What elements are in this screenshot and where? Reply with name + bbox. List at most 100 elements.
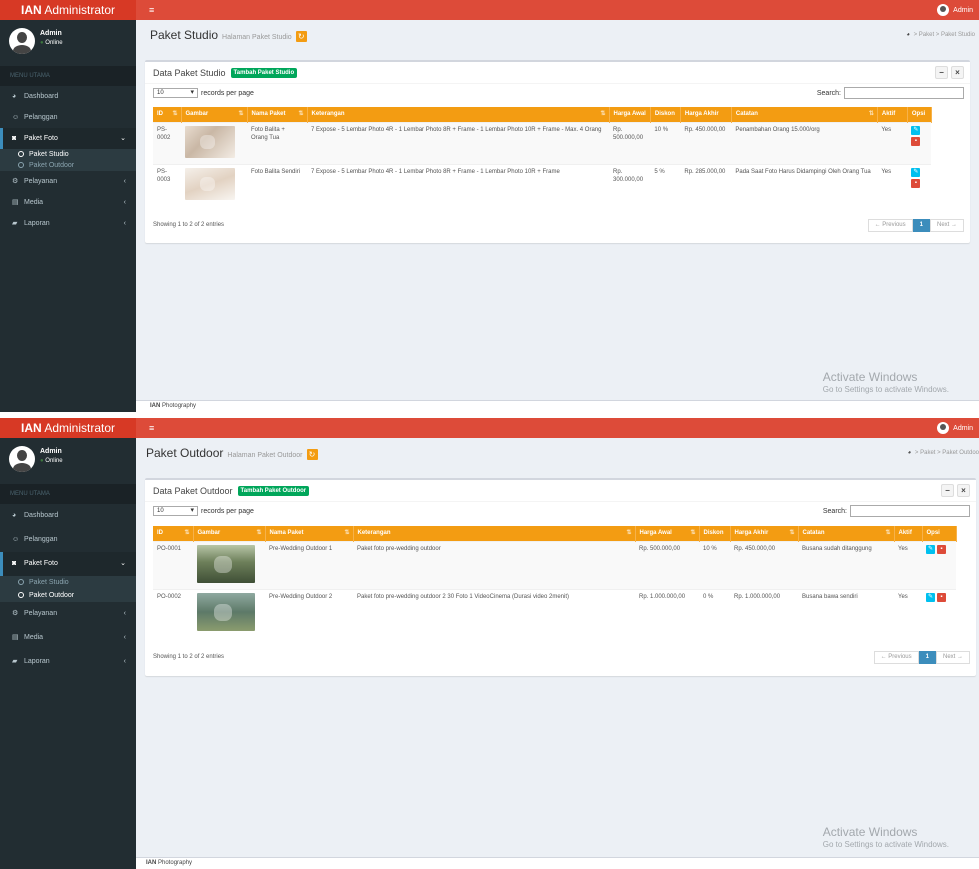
screen-paket-outdoor: IAN Administrator ≡ Admin Admin ● Online… (0, 418, 979, 869)
col-id[interactable]: ID ⇅ (153, 526, 194, 541)
cell-aktif: Yes (877, 121, 908, 164)
table-info: Showing 1 to 2 of 2 entries (153, 654, 225, 660)
records-per-page-select[interactable]: 10 ▾ (153, 88, 198, 98)
dashboard-icon[interactable]: ◕ (908, 450, 912, 456)
table-row: PO-0002 Pre-Wedding Outdoor 2 Paket foto… (153, 588, 956, 637)
records-per-page-select[interactable]: 10 ▾ (153, 506, 198, 516)
col-gambar[interactable]: Gambar ⇅ (193, 526, 266, 541)
page-1-button[interactable]: 1 (918, 651, 936, 664)
close-button[interactable]: × (951, 66, 964, 79)
previous-button[interactable]: ← Previous (873, 651, 919, 664)
search-control: Search: (817, 87, 964, 99)
sidebar-item-paket-foto[interactable]: ◙ Paket Foto ⌄ (0, 128, 136, 149)
refresh-icon[interactable]: ↻ (295, 31, 307, 42)
col-diskon[interactable]: Diskon (650, 107, 681, 122)
circle-icon (18, 579, 24, 586)
book-icon: ▰ (12, 220, 18, 227)
sidebar-item-pelanggan[interactable]: ☺ Pelanggan (0, 528, 136, 552)
sort-icon: ⇅ (868, 111, 874, 117)
sidebar-item-pelanggan[interactable]: ☺ Pelanggan (0, 107, 136, 128)
add-paket-studio-button[interactable]: Tambah Paket Studio (230, 68, 298, 78)
dashboard-icon[interactable]: ◕ (906, 32, 910, 38)
table-row: PO-0001 Pre-Wedding Outdoor 1 Paket foto… (153, 540, 956, 589)
search-input[interactable] (850, 505, 970, 517)
col-keterangan[interactable]: Keterangan ⇅ (307, 107, 610, 122)
cell-id: PS-0003 (153, 163, 181, 206)
search-input[interactable] (844, 87, 964, 99)
sort-icon: ⇅ (256, 530, 262, 536)
col-opsi[interactable]: Opsi (907, 107, 932, 122)
sort-icon: ⇅ (626, 530, 632, 536)
col-nama-paket[interactable]: Nama Paket ⇅ (265, 526, 354, 541)
sidebar-item-pelayanan[interactable]: ⚙ Pelayanan ‹ (0, 171, 136, 192)
add-paket-outdoor-button[interactable]: Tambah Paket Outdoor (237, 486, 310, 496)
user-menu[interactable]: Admin (937, 0, 973, 20)
user-status: ● Online (40, 40, 63, 46)
minimize-button[interactable]: − (941, 484, 954, 497)
brand-logo[interactable]: IAN Administrator (0, 0, 136, 20)
page-1-button[interactable]: 1 (912, 219, 930, 232)
film-icon: ▤ (12, 199, 19, 206)
edit-icon[interactable]: ✎ (926, 592, 935, 602)
next-button[interactable]: Next → (935, 651, 970, 664)
box-tools: − × (935, 66, 964, 79)
sidebar-item-paket-outdoor[interactable]: Paket Outdoor (0, 589, 136, 602)
col-catatan[interactable]: Catatan ⇅ (731, 107, 878, 122)
sidebar-item-laporan[interactable]: ▰ Laporan ‹ (0, 650, 136, 674)
col-harga-akhir[interactable]: Harga Akhir (680, 107, 732, 122)
records-per-page-label: records per page (201, 89, 254, 97)
breadcrumb-paket[interactable]: Paket (920, 450, 935, 456)
close-button[interactable]: × (957, 484, 970, 497)
edit-icon[interactable]: ✎ (911, 125, 921, 135)
sidebar-item-paket-studio[interactable]: Paket Studio (0, 149, 136, 160)
trash-icon[interactable]: ▪ (911, 178, 921, 188)
col-gambar[interactable]: Gambar ⇅ (181, 107, 248, 122)
col-harga-akhir[interactable]: Harga Akhir ⇅ (730, 526, 799, 541)
next-button[interactable]: Next → (929, 219, 964, 232)
col-opsi[interactable]: Opsi (922, 526, 957, 541)
menu-header: MENU UTAMA (0, 484, 136, 504)
circle-icon (18, 162, 24, 169)
user-panel: Admin ● Online (0, 438, 136, 484)
cell-gambar (193, 540, 265, 589)
sidebar-item-paket-outdoor[interactable]: Paket Outdoor (0, 160, 136, 171)
col-aktif[interactable]: Aktif (894, 526, 923, 541)
sidebar-item-paket-studio[interactable]: Paket Studio (0, 576, 136, 589)
col-diskon[interactable]: Diskon (699, 526, 731, 541)
table-row: PS-0003 Foto Balita Sendiri 7 Expose - 5… (153, 163, 932, 206)
page-subtitle: Halaman Paket Outdoor (227, 452, 303, 459)
previous-button[interactable]: ← Previous (867, 219, 913, 232)
status-dot-icon: ● (40, 458, 44, 464)
cell-gambar (181, 121, 247, 164)
package-image (197, 544, 255, 583)
minimize-button[interactable]: − (935, 66, 948, 79)
breadcrumb-paket[interactable]: Paket (919, 32, 934, 38)
col-aktif[interactable]: Aktif (877, 107, 908, 122)
user-menu[interactable]: Admin (937, 418, 973, 438)
col-id[interactable]: ID ⇅ (153, 107, 182, 122)
trash-icon[interactable]: ▪ (911, 136, 921, 146)
sidebar-item-media[interactable]: ▤ Media ‹ (0, 192, 136, 213)
sidebar-toggle-icon[interactable]: ≡ (149, 0, 154, 20)
sidebar-item-paket-foto[interactable]: ◙ Paket Foto ⌄ (0, 552, 136, 576)
refresh-icon[interactable]: ↻ (306, 449, 318, 460)
col-harga-awal[interactable]: Harga Awal ⇅ (635, 526, 700, 541)
top-navbar: IAN Administrator ≡ Admin (0, 0, 979, 20)
cell-aktif: Yes (894, 588, 922, 637)
trash-icon[interactable]: ▪ (937, 592, 946, 602)
trash-icon[interactable]: ▪ (937, 544, 946, 554)
col-nama-paket[interactable]: Nama Paket ⇅ (247, 107, 308, 122)
sidebar-item-media[interactable]: ▤ Media ‹ (0, 626, 136, 650)
sidebar-item-dashboard[interactable]: ◕ Dashboard (0, 504, 136, 528)
brand-logo[interactable]: IAN Administrator (0, 418, 136, 438)
edit-icon[interactable]: ✎ (911, 167, 921, 177)
top-navbar: IAN Administrator ≡ Admin (0, 418, 979, 438)
edit-icon[interactable]: ✎ (926, 544, 935, 554)
col-catatan[interactable]: Catatan ⇅ (798, 526, 895, 541)
col-harga-awal[interactable]: Harga Awal (609, 107, 651, 122)
col-keterangan[interactable]: Keterangan ⇅ (353, 526, 636, 541)
sidebar-toggle-icon[interactable]: ≡ (149, 418, 154, 438)
sidebar-item-pelayanan[interactable]: ⚙ Pelayanan ‹ (0, 602, 136, 626)
sidebar-item-dashboard[interactable]: ◕ Dashboard (0, 86, 136, 107)
sidebar-item-laporan[interactable]: ▰ Laporan ‹ (0, 213, 136, 234)
